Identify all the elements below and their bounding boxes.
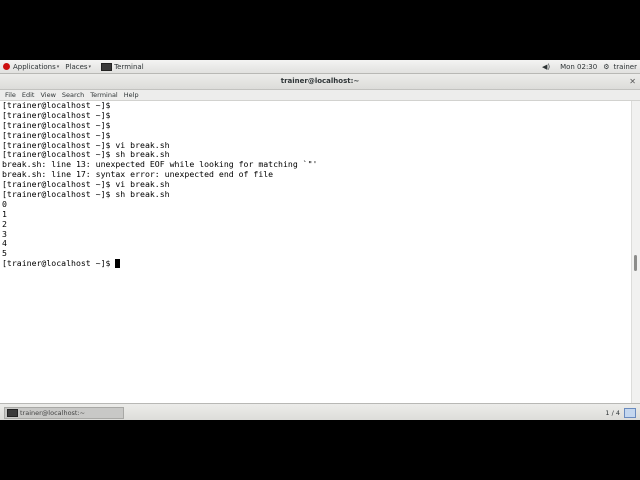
terminal-line: [trainer@localhost ~]$ sh break.sh <box>2 189 170 200</box>
chevron-down-icon: ▾ <box>56 63 60 70</box>
terminal-line: 3 <box>2 228 7 239</box>
terminal-launcher-label: Terminal <box>114 62 144 71</box>
window-title: trainer@localhost:~ <box>280 77 360 85</box>
menu-file[interactable]: File <box>0 91 19 99</box>
menu-help[interactable]: Help <box>121 91 142 99</box>
top-panel: Applications ▾ Places ▾ Terminal ◀) Mon … <box>0 60 640 74</box>
terminal-prompt-line[interactable]: [trainer@localhost ~]$ <box>2 258 632 269</box>
menu-search[interactable]: Search <box>59 91 87 99</box>
applications-label: Applications <box>13 62 56 71</box>
terminal-prompt: [trainer@localhost ~]$ <box>2 258 116 269</box>
menu-edit[interactable]: Edit <box>19 91 38 99</box>
terminal-icon <box>7 408 18 417</box>
speaker-icon[interactable]: ◀) <box>539 60 553 73</box>
terminal-line: 4 <box>2 238 7 249</box>
chevron-down-icon: ▾ <box>88 63 92 70</box>
window-titlebar[interactable]: trainer@localhost:~ ✕ <box>0 74 640 90</box>
menu-terminal[interactable]: Terminal <box>87 91 120 99</box>
clock[interactable]: Mon 02:30 <box>557 60 600 73</box>
workspace-switcher[interactable]: 1 / 4 <box>605 407 640 418</box>
terminal-icon <box>101 62 113 71</box>
workspace-indicator-icon[interactable] <box>624 407 636 418</box>
applications-menu[interactable]: Applications ▾ <box>0 60 62 73</box>
terminal-line: 2 <box>2 218 7 229</box>
bottom-panel: trainer@localhost:~ 1 / 4 <box>0 403 640 420</box>
terminal-line: 0 <box>2 198 7 209</box>
user-icon: ⚙ <box>603 62 610 71</box>
menu-view[interactable]: View <box>37 91 58 99</box>
menubar: File Edit View Search Terminal Help <box>0 90 640 101</box>
places-label: Places <box>65 62 88 71</box>
taskbar-window-label: trainer@localhost:~ <box>20 408 86 417</box>
terminal-output[interactable]: [trainer@localhost ~]$ [trainer@localhos… <box>0 101 632 403</box>
terminal-scrollbar[interactable] <box>631 101 640 403</box>
workspace-label: 1 / 4 <box>605 408 620 417</box>
taskbar-window-button[interactable]: trainer@localhost:~ <box>4 406 124 419</box>
text-cursor <box>115 259 121 269</box>
terminal-line: 1 <box>2 208 7 219</box>
user-menu[interactable]: ⚙ trainer <box>600 60 640 73</box>
redhat-logo-icon <box>3 63 10 70</box>
scrollbar-thumb[interactable] <box>634 255 637 271</box>
user-label: trainer <box>613 62 637 71</box>
terminal-launcher[interactable]: Terminal <box>98 60 147 73</box>
desktop-screen: Applications ▾ Places ▾ Terminal ◀) Mon … <box>0 60 640 420</box>
close-icon[interactable]: ✕ <box>629 75 636 88</box>
places-menu[interactable]: Places ▾ <box>62 60 94 73</box>
